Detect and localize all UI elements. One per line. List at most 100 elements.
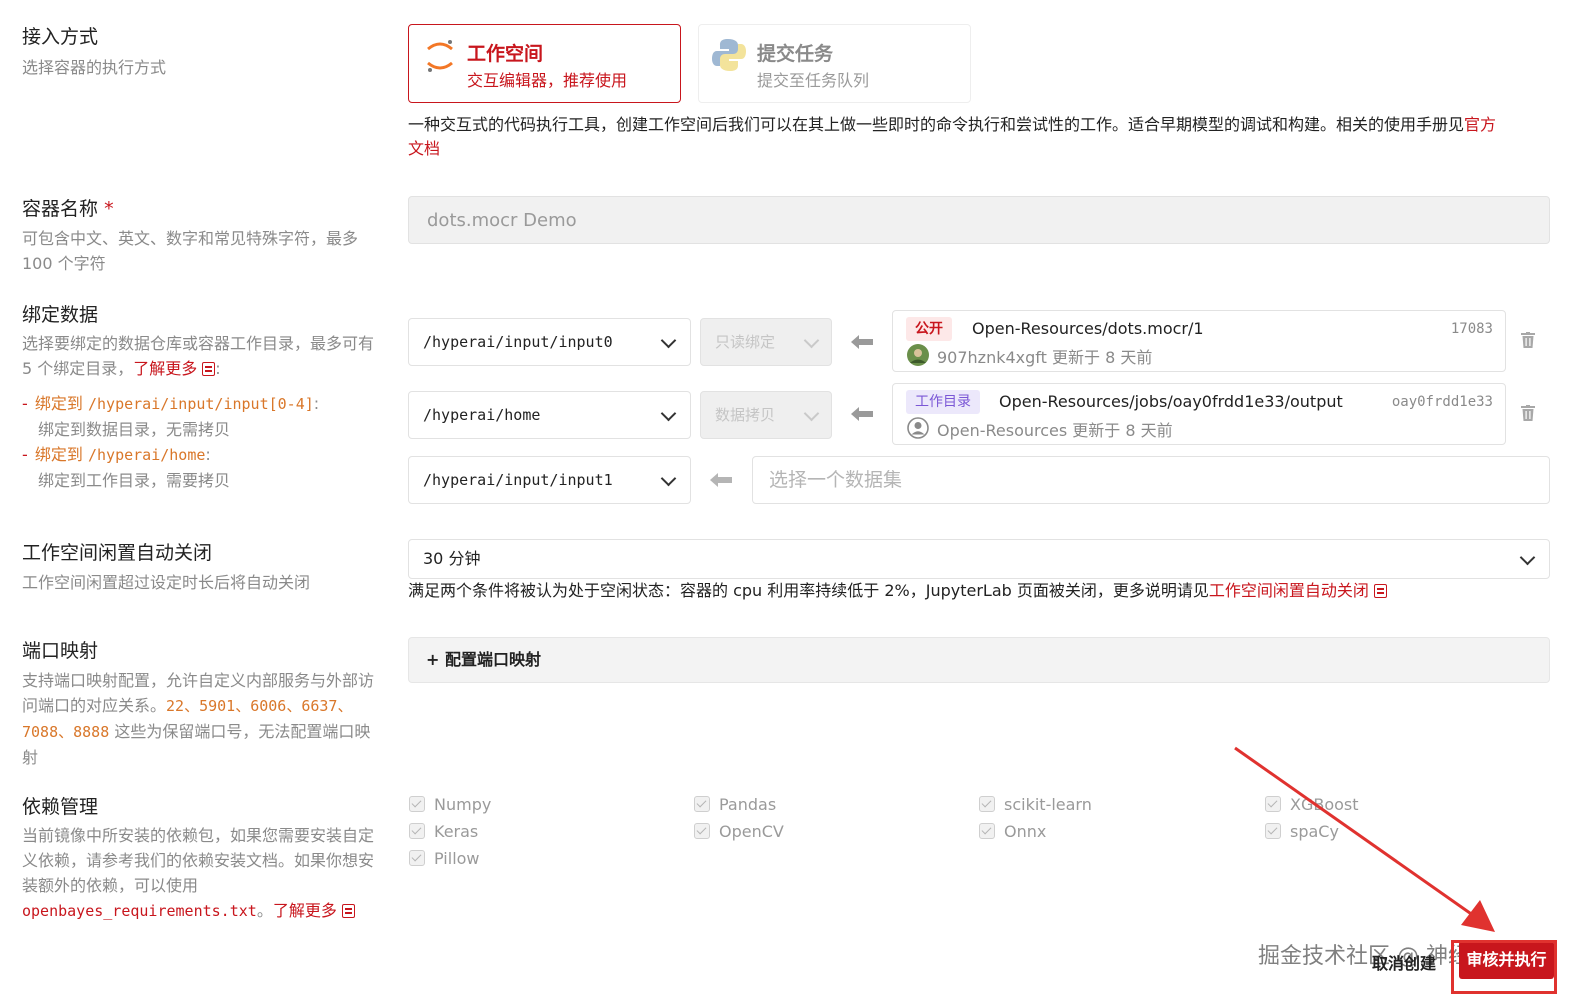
port-desc-line3: 这些为保留端口号，无法配置端口映 [109, 722, 371, 741]
bind-rule-1-path: /hyperai/input/input[0-4] [87, 395, 314, 413]
container-name-value: dots.mocr Demo [427, 210, 577, 231]
container-name-label: 容器名称 [22, 198, 99, 220]
mode-card-task[interactable]: 提交任务 提交至任务队列 [698, 24, 971, 103]
jupyter-icon [427, 40, 453, 72]
cancel-button[interactable]: 取消创建 [1372, 950, 1436, 974]
deps-desc-line3: 装额外的依赖，可以使用 [22, 876, 199, 895]
dep-pillow: Pillow [409, 849, 480, 868]
dep-label: Pillow [434, 849, 480, 868]
dep-label: OpenCV [719, 822, 784, 841]
dataset-id-0: 17083 [1450, 321, 1493, 337]
bind-data-learn-more-link[interactable]: 了解更多 [133, 359, 216, 378]
public-tag: 公开 [906, 317, 952, 341]
checkbox [979, 796, 995, 812]
access-mode-desc: 选择容器的执行方式 [22, 58, 167, 77]
bind-data-desc: 选择要绑定的数据仓库或容器工作目录，最多可有 5 个绑定目录，了解更多: [22, 331, 402, 381]
dep-label: Numpy [434, 795, 492, 814]
mode-card-task-title: 提交任务 [757, 43, 834, 65]
add-port-mapping-button[interactable]: + 配置端口映射 [408, 637, 1550, 683]
dataset-meta-1: Open-Resources 更新于 8 天前 [937, 421, 1173, 440]
bind-path-select-1[interactable]: /hyperai/home [408, 391, 691, 439]
deps-desc-line2: 义依赖，请参考我们的依赖安装文档。如果你想安 [22, 851, 375, 870]
bind-path-value-0: /hyperai/input/input0 [423, 333, 613, 351]
checkbox [409, 823, 425, 839]
dataset-id-1: oay0frdd1e33 [1391, 394, 1493, 410]
access-mode-description-text: 一种交互式的代码执行工具，创建工作空间后我们可以在其上做一些即时的命令执行和尝试… [408, 115, 1465, 134]
dependencies-title: 依赖管理 [22, 796, 99, 818]
container-name-desc-line1: 可包含中文、英文、数字和常见特殊字符，最多 [22, 229, 359, 248]
idle-shutdown-note: 满足两个条件将被认为处于空闲状态：容器的 cpu 利用率持续低于 2%，Jupy… [408, 579, 1387, 603]
port-desc-line2: 问端口的对应关系。 [22, 696, 167, 715]
dep-label: Pandas [719, 795, 777, 814]
idle-shutdown-desc: 工作空间闲置超过设定时长后将自动关闭 [22, 573, 311, 592]
bind-rule-1-desc: 绑定到数据目录，无需拷贝 [38, 420, 231, 439]
idle-shutdown-note-text: 满足两个条件将被认为处于空闲状态：容器的 cpu 利用率持续低于 2%，Jupy… [408, 581, 1209, 600]
mode-card-workspace[interactable]: 工作空间 交互编辑器，推荐使用 [408, 24, 681, 103]
reserved-ports-1: 22、5901、6006、6637、 [166, 697, 353, 715]
trash-icon[interactable] [1521, 405, 1535, 421]
dataset-search-input[interactable]: 选择一个数据集 [752, 456, 1550, 504]
chevron-down-icon [660, 405, 677, 422]
bind-data-learn-more-label: 了解更多 [133, 359, 198, 378]
container-name-input[interactable]: dots.mocr Demo [408, 196, 1550, 244]
bind-rule-2-path: /hyperai/home [87, 446, 206, 464]
idle-shutdown-title: 工作空间闲置自动关闭 [22, 542, 213, 564]
bind-mode-value-1: 数据拷贝 [715, 406, 776, 424]
mode-card-task-subtitle: 提交至任务队列 [757, 71, 870, 90]
dataset-name-0: Open-Resources/dots.mocr/1 [972, 319, 1204, 338]
chevron-down-icon [660, 470, 677, 487]
highlight-box [1451, 940, 1557, 994]
trash-icon[interactable] [1521, 332, 1535, 348]
doc-icon [202, 362, 216, 376]
dep-opencv: OpenCV [694, 822, 784, 841]
idle-shutdown-select[interactable]: 30 分钟 [408, 539, 1550, 579]
checkbox [979, 823, 995, 839]
bind-data-desc-line1: 选择要绑定的数据仓库或容器工作目录，最多可有 [22, 334, 375, 353]
bind-path-select-2[interactable]: /hyperai/input/input1 [408, 456, 691, 504]
official-docs-link[interactable]: 官方 [1464, 115, 1496, 134]
arrow-left-icon [710, 473, 732, 487]
bind-rules: - 绑定到 /hyperai/input/input[0-4]: 绑定到数据目录… [22, 391, 319, 493]
bind-mode-select-1[interactable]: 数据拷贝 [700, 391, 832, 439]
deps-desc-sep: 。 [256, 901, 273, 920]
access-mode-description: 一种交互式的代码执行工具，创建工作空间后我们可以在其上做一些即时的命令执行和尝试… [408, 113, 1548, 161]
dep-pandas: Pandas [694, 795, 776, 814]
port-mapping-title: 端口映射 [22, 640, 99, 662]
bind-mode-value-0: 只读绑定 [715, 333, 776, 351]
doc-icon [341, 904, 355, 918]
mode-card-workspace-subtitle: 交互编辑器，推荐使用 [467, 71, 628, 90]
arrow-left-icon [851, 407, 873, 421]
requirements-file: openbayes_requirements.txt [22, 902, 257, 920]
mode-card-workspace-title: 工作空间 [467, 43, 544, 65]
bind-path-value-2: /hyperai/input/input1 [423, 471, 613, 489]
idle-shutdown-value: 30 分钟 [423, 549, 481, 568]
container-name-desc: 可包含中文、英文、数字和常见特殊字符，最多 100 个字符 [22, 226, 358, 276]
bind-path-select-0[interactable]: /hyperai/input/input0 [408, 318, 691, 366]
bind-data-desc-colon: : [215, 359, 221, 378]
dep-label: Onnx [1004, 822, 1047, 841]
add-port-mapping-label: + 配置端口映射 [426, 650, 541, 669]
port-desc-line1: 支持端口映射配置，允许自定义内部服务与外部访 [22, 671, 375, 690]
container-name-title: 容器名称 * [22, 194, 114, 221]
dataset-card-0[interactable]: 公开 Open-Resources/dots.mocr/1 17083 907h… [892, 310, 1506, 372]
bind-rule-1-prefix: 绑定到 [34, 394, 83, 413]
bind-path-value-1: /hyperai/home [423, 406, 541, 424]
chevron-down-icon [803, 332, 820, 349]
idle-shutdown-link-label: 工作空间闲置自动关闭 [1208, 581, 1369, 600]
dep-onnx: Onnx [979, 822, 1046, 841]
dep-scikit-learn: scikit-learn [979, 795, 1092, 814]
container-name-desc-line2: 100 个字符 [22, 254, 106, 273]
bind-mode-select-0[interactable]: 只读绑定 [700, 318, 832, 366]
idle-shutdown-link[interactable]: 工作空间闲置自动关闭 [1209, 581, 1387, 600]
bind-data-desc-line2: 5 个绑定目录， [22, 359, 134, 378]
checkbox [694, 796, 710, 812]
official-docs-link-cont[interactable]: 文档 [408, 139, 440, 158]
deps-learn-more-link[interactable]: 了解更多 [273, 901, 355, 920]
dataset-card-1[interactable]: 工作目录 Open-Resources/jobs/oay0frdd1e33/ou… [892, 383, 1506, 445]
reserved-ports-2: 7088、8888 [22, 723, 110, 741]
port-desc-line4: 射 [22, 748, 39, 767]
port-mapping-desc: 支持端口映射配置，允许自定义内部服务与外部访 问端口的对应关系。22、5901、… [22, 668, 407, 770]
bind-rule-2-prefix: 绑定到 [34, 445, 83, 464]
checkbox [694, 823, 710, 839]
dep-keras: Keras [409, 822, 478, 841]
